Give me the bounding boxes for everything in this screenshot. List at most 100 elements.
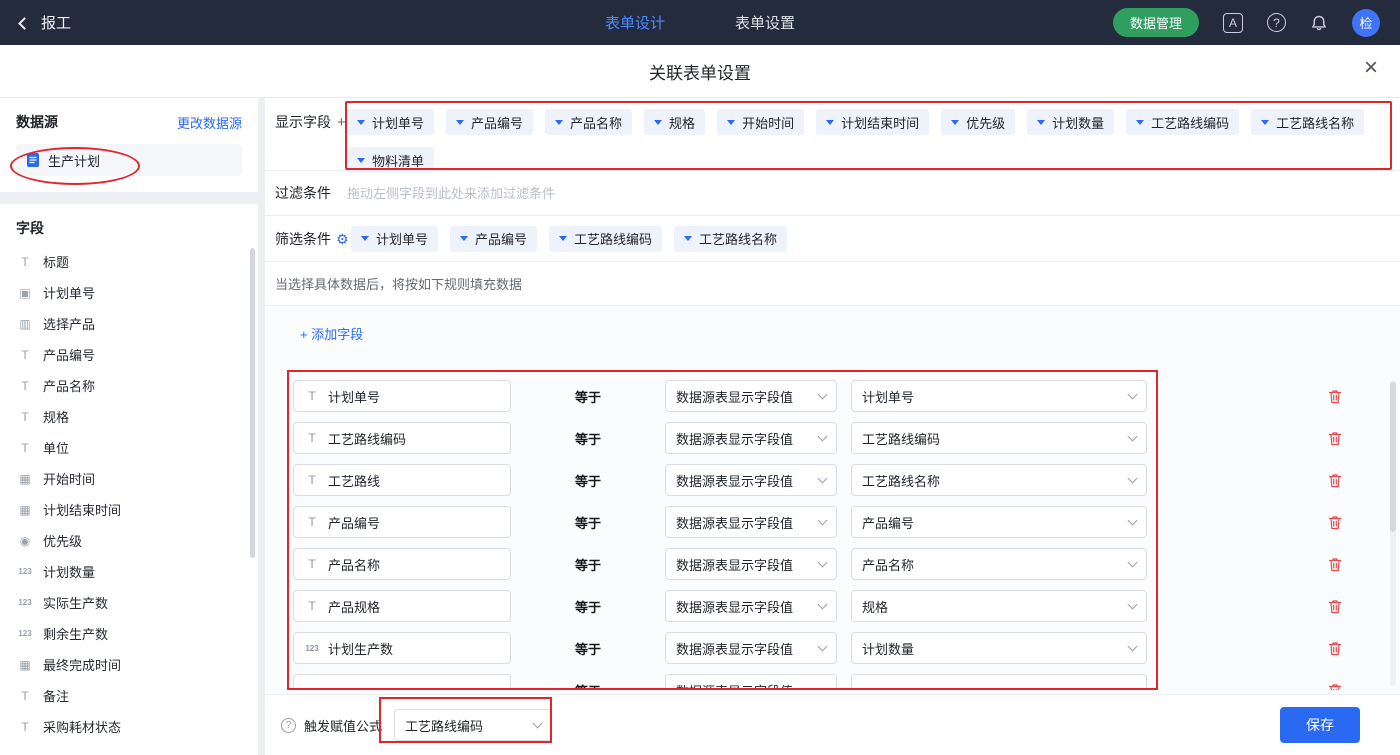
display-chip[interactable]: 产品名称 xyxy=(545,109,632,135)
display-chip[interactable]: 优先级 xyxy=(941,109,1015,135)
date-field-icon: ▦ xyxy=(16,472,34,486)
display-chip[interactable]: 计划单号 xyxy=(347,109,434,135)
rule-value: 工艺路线名称 xyxy=(862,471,940,490)
data-manage-button[interactable]: 数据管理 xyxy=(1113,8,1199,37)
main-panel: 显示字段+ 计划单号 产品编号 产品名称 规格 开始时间 计划结束时间 优先级 … xyxy=(265,98,1400,755)
translate-icon[interactable]: A xyxy=(1223,13,1243,33)
add-field-link[interactable]: + 添加字段 xyxy=(300,324,363,343)
rule-value-select[interactable]: 工艺路线编码 xyxy=(851,422,1147,454)
rule-source-select[interactable]: 数据源表显示字段值 xyxy=(665,590,837,622)
screen-chip[interactable]: 工艺路线编码 xyxy=(549,226,662,252)
help-icon[interactable]: ? xyxy=(281,718,296,733)
delete-icon[interactable] xyxy=(1327,556,1343,573)
field-item[interactable]: ▣计划单号 xyxy=(16,277,258,308)
delete-icon[interactable] xyxy=(1327,682,1343,691)
rule-source-select[interactable]: 数据源表显示字段值 xyxy=(665,506,837,538)
field-item[interactable]: ▥选择产品 xyxy=(16,308,258,339)
rule-value-select[interactable]: 产品名称 xyxy=(851,548,1147,580)
screen-chip[interactable]: 工艺路线名称 xyxy=(674,226,787,252)
rule-value-select[interactable]: 产品编号 xyxy=(851,506,1147,538)
rule-source-select[interactable]: 数据源表显示字段值 xyxy=(665,674,837,690)
trigger-field-select[interactable]: 工艺路线编码 xyxy=(394,709,552,741)
tab-form-settings[interactable]: 表单设置 xyxy=(735,12,795,33)
rule-value-select[interactable]: 计划数量 xyxy=(851,632,1147,664)
display-chip[interactable]: 开始时间 xyxy=(717,109,804,135)
display-chip[interactable]: 工艺路线名称 xyxy=(1251,109,1364,135)
display-chip[interactable]: 规格 xyxy=(644,109,705,135)
rule-source-select[interactable]: 数据源表显示字段值 xyxy=(665,380,837,412)
display-chip[interactable]: 产品编号 xyxy=(446,109,533,135)
rules-scrollbar[interactable] xyxy=(1390,382,1396,532)
rule-source-select[interactable]: 数据源表显示字段值 xyxy=(665,632,837,664)
chip-label: 计划结束时间 xyxy=(841,113,919,132)
bell-icon[interactable] xyxy=(1310,14,1328,32)
field-item[interactable]: T规格 xyxy=(16,401,258,432)
rule-field-input[interactable]: T计划单号 xyxy=(293,380,511,412)
rule-field-input[interactable]: T工艺路线编码 xyxy=(293,422,511,454)
field-item[interactable]: ◉优先级 xyxy=(16,525,258,556)
delete-icon[interactable] xyxy=(1327,472,1343,489)
datasource-item[interactable]: 生产计划 xyxy=(16,144,242,176)
caret-down-icon xyxy=(456,120,464,125)
tab-form-design[interactable]: 表单设计 xyxy=(605,12,665,33)
display-chip[interactable]: 计划数量 xyxy=(1027,109,1114,135)
rule-field-input[interactable] xyxy=(293,674,511,690)
rule-value-select[interactable]: 规格 xyxy=(851,590,1147,622)
rule-hint-text: 当选择具体数据后，将按如下规则填充数据 xyxy=(275,274,522,293)
rule-field-input[interactable]: T产品名称 xyxy=(293,548,511,580)
field-item[interactable]: ▦最终完成时间 xyxy=(16,649,258,680)
field-item[interactable]: T单位 xyxy=(16,432,258,463)
display-fields-label-row: 显示字段+ xyxy=(275,109,347,170)
rule-value-select[interactable]: 计划单号 xyxy=(851,380,1147,412)
rule-source-select[interactable]: 数据源表显示字段值 xyxy=(665,548,837,580)
screen-condition-section: 筛选条件 ⚙ 计划单号 产品编号 工艺路线编码 工艺路线名称 xyxy=(265,216,1400,262)
field-item[interactable]: T标题 xyxy=(16,246,258,277)
delete-icon[interactable] xyxy=(1327,388,1343,405)
field-item[interactable]: T产品编号 xyxy=(16,339,258,370)
rule-field-input[interactable]: T产品编号 xyxy=(293,506,511,538)
delete-icon[interactable] xyxy=(1327,430,1343,447)
avatar[interactable]: 检 xyxy=(1352,9,1380,37)
rule-row: T产品编号 等于 数据源表显示字段值 产品编号 xyxy=(293,506,1400,538)
filter-dropzone[interactable]: 拖动左侧字段到此处来添加过滤条件 xyxy=(347,183,555,203)
change-datasource-link[interactable]: 更改数据源 xyxy=(177,113,242,132)
display-chip[interactable]: 工艺路线编码 xyxy=(1126,109,1239,135)
rule-value-select[interactable]: 工艺路线名称 xyxy=(851,464,1147,496)
gear-icon[interactable]: ⚙ xyxy=(336,232,349,246)
field-item[interactable]: T产品名称 xyxy=(16,370,258,401)
delete-icon[interactable] xyxy=(1327,640,1343,657)
rule-source-select[interactable]: 数据源表显示字段值 xyxy=(665,422,837,454)
sidebar-scrollbar[interactable] xyxy=(250,248,255,558)
fill-rules-area: + 添加字段 T计划单号 等于 数据源表显示字段值 计划单号 T工艺路线编码 等… xyxy=(265,306,1400,694)
rule-field-input[interactable]: T产品规格 xyxy=(293,590,511,622)
rule-value-select[interactable] xyxy=(851,674,1147,690)
screen-chip[interactable]: 计划单号 xyxy=(351,226,438,252)
back-icon[interactable] xyxy=(18,17,31,30)
rule-field-input[interactable]: T工艺路线 xyxy=(293,464,511,496)
rule-value: 计划单号 xyxy=(862,387,914,406)
close-icon[interactable]: × xyxy=(1364,56,1378,80)
rule-operator: 等于 xyxy=(575,471,615,490)
display-chip[interactable]: 物料清单 xyxy=(347,147,434,173)
field-item[interactable]: 123实际生产数 xyxy=(16,587,258,618)
display-chip[interactable]: 计划结束时间 xyxy=(816,109,929,135)
field-item[interactable]: 123计划数量 xyxy=(16,556,258,587)
rule-source-value: 数据源表显示字段值 xyxy=(676,639,793,658)
rule-source-select[interactable]: 数据源表显示字段值 xyxy=(665,464,837,496)
help-icon[interactable]: ? xyxy=(1267,13,1286,32)
save-button[interactable]: 保存 xyxy=(1280,707,1360,743)
back-label[interactable]: 报工 xyxy=(41,12,71,33)
field-item[interactable]: T采购耗材状态 xyxy=(16,711,258,742)
add-display-field-icon[interactable]: + xyxy=(337,114,346,131)
field-label: 计划单号 xyxy=(43,283,95,302)
text-field-icon: T xyxy=(304,431,320,445)
field-item[interactable]: ▦开始时间 xyxy=(16,463,258,494)
field-item[interactable]: T备注 xyxy=(16,680,258,711)
field-label: 剩余生产数 xyxy=(43,624,108,643)
screen-chip[interactable]: 产品编号 xyxy=(450,226,537,252)
rule-field-input[interactable]: 123计划生产数 xyxy=(293,632,511,664)
field-item[interactable]: 123剩余生产数 xyxy=(16,618,258,649)
delete-icon[interactable] xyxy=(1327,598,1343,615)
delete-icon[interactable] xyxy=(1327,514,1343,531)
field-item[interactable]: ▦计划结束时间 xyxy=(16,494,258,525)
